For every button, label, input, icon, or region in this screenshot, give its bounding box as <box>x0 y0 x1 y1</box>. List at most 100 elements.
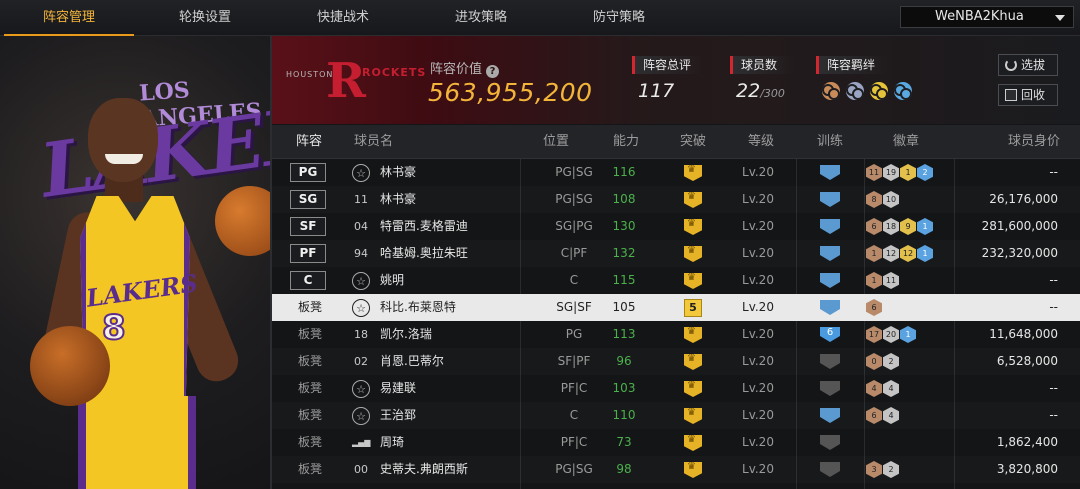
help-icon[interactable]: ? <box>486 65 500 78</box>
table-row[interactable]: SF04特雷西.麦格雷迪SG|PG130Lv.2061891281,600,00… <box>272 213 1080 240</box>
tab-lineup-management[interactable]: 阵容管理 <box>4 0 134 36</box>
table-row[interactable]: C☆姚明C115Lv.20111-- <box>272 267 1080 294</box>
player-name[interactable]: 科比.布莱恩特 <box>380 294 456 321</box>
slot-badge[interactable]: SG <box>290 190 326 209</box>
player-value: -- <box>1049 273 1058 287</box>
table-row[interactable]: SG11林书豪PG|SG108Lv.2081026,176,000 <box>272 186 1080 213</box>
star-icon: ☆ <box>352 164 370 182</box>
badge-icon: 20 <box>883 326 899 343</box>
player-name[interactable]: 史蒂夫.弗朗西斯 <box>380 456 468 483</box>
badge-list: 02 <box>866 353 899 370</box>
slot-badge[interactable]: SF <box>290 217 326 236</box>
player-ability: 113 <box>612 327 636 341</box>
player-value: 3,820,800 <box>996 462 1058 476</box>
slot-bench-label: 板凳 <box>298 462 323 476</box>
player-count-label: 球员数 <box>730 56 794 74</box>
training-shield-icon[interactable] <box>820 246 840 261</box>
jersey-number: 02 <box>354 355 368 368</box>
training-shield-icon[interactable] <box>820 381 840 396</box>
crown-icon[interactable] <box>684 381 702 397</box>
breakthrough-level[interactable]: 5 <box>684 299 702 317</box>
player-level: Lv.20 <box>742 435 774 449</box>
player-ability: 105 <box>612 300 636 314</box>
slot-badge[interactable]: PF <box>290 244 326 263</box>
crown-icon[interactable] <box>684 165 702 181</box>
crown-icon[interactable] <box>684 327 702 343</box>
col-badges[interactable]: 徽章 <box>893 125 919 159</box>
crown-icon[interactable] <box>684 273 702 289</box>
training-shield-icon[interactable] <box>820 462 840 477</box>
table-row[interactable]: 板凳☆王治郅C110Lv.2064-- <box>272 402 1080 429</box>
table-row[interactable]: 板凳☆易建联PF|C103Lv.2044-- <box>272 375 1080 402</box>
training-shield-icon[interactable] <box>820 219 840 234</box>
bond-blue-icon[interactable] <box>894 82 912 100</box>
table-row[interactable]: PG☆林书豪PG|SG116Lv.20111912-- <box>272 159 1080 186</box>
training-level[interactable]: 6 <box>820 327 840 342</box>
col-player-value[interactable]: 球员身价 <box>1008 125 1060 159</box>
table-row[interactable]: PF94哈基姆.奥拉朱旺C|PF132Lv.20112121232,320,00… <box>272 240 1080 267</box>
player-name[interactable]: 特雷西.麦格雷迪 <box>380 213 468 240</box>
badge-list: 44 <box>866 380 899 397</box>
col-slot[interactable]: 阵容 <box>296 125 322 159</box>
player-name[interactable]: 王治郅 <box>380 402 416 429</box>
lineup-rating-label: 阵容总评 <box>632 56 702 74</box>
slot-bench-label: 板凳 <box>298 354 323 368</box>
user-dropdown[interactable]: WeNBA2Khua <box>900 6 1074 28</box>
training-shield-icon[interactable] <box>820 354 840 369</box>
crown-icon[interactable] <box>684 354 702 370</box>
player-smile <box>105 154 143 164</box>
training-shield-icon[interactable] <box>820 165 840 180</box>
badge-icon: 10 <box>883 191 899 208</box>
player-name[interactable]: 哈基姆.奥拉朱旺 <box>380 240 468 267</box>
table-row[interactable]: 板凳 ☆ 科比.布莱恩特 SG|SF 105 5 Lv.20 6 -- <box>272 294 1080 321</box>
slot-bench-label: 板凳 <box>298 435 323 449</box>
table-row[interactable]: 板凳▂▄▆周琦PF|C73Lv.201,862,400 <box>272 429 1080 456</box>
col-player-name[interactable]: 球员名 <box>354 125 393 159</box>
crown-icon[interactable] <box>684 219 702 235</box>
pick-button[interactable]: 选拔 <box>998 54 1058 76</box>
player-name[interactable]: 凯尔.洛瑞 <box>380 321 432 348</box>
tab-rotation-settings[interactable]: 轮换设置 <box>140 0 270 36</box>
table-row[interactable]: 板凳00史蒂夫.弗朗西斯PG|SG98Lv.20323,820,800 <box>272 456 1080 483</box>
col-ability[interactable]: 能力 <box>613 125 639 159</box>
player-name[interactable]: 周琦 <box>380 429 404 456</box>
badge-icon: 0 <box>866 353 882 370</box>
col-level[interactable]: 等级 <box>748 125 774 159</box>
col-position[interactable]: 位置 <box>543 125 569 159</box>
bond-brown-icon[interactable] <box>822 82 840 100</box>
crown-icon[interactable] <box>684 246 702 262</box>
player-name[interactable]: 姚明 <box>380 267 404 294</box>
player-name[interactable]: 林书豪 <box>380 186 416 213</box>
crown-icon[interactable] <box>684 435 702 451</box>
training-shield-icon[interactable] <box>820 300 840 315</box>
bond-gold-icon[interactable] <box>870 82 888 100</box>
badge-icon: 12 <box>900 245 916 262</box>
table-row[interactable]: 板凳02肖恩.巴蒂尔SF|PF96Lv.20026,528,000 <box>272 348 1080 375</box>
training-shield-icon[interactable] <box>820 435 840 450</box>
training-shield-icon[interactable] <box>820 408 840 423</box>
player-value: -- <box>1049 165 1058 179</box>
training-shield-icon[interactable] <box>820 192 840 207</box>
slot-badge[interactable]: PG <box>290 163 326 182</box>
player-name[interactable]: 肖恩.巴蒂尔 <box>380 348 444 375</box>
crown-icon[interactable] <box>684 462 702 478</box>
crown-icon[interactable] <box>684 408 702 424</box>
player-head <box>88 98 158 182</box>
player-level: Lv.20 <box>742 354 774 368</box>
bond-silver-icon[interactable] <box>846 82 864 100</box>
tab-quick-tactics[interactable]: 快捷战术 <box>278 0 408 36</box>
table-row[interactable]: 板凳18凯尔.洛瑞PG113Lv.2061720111,648,000 <box>272 321 1080 348</box>
player-name[interactable]: 易建联 <box>380 375 416 402</box>
bond-icons <box>822 82 912 100</box>
recycle-icon <box>1005 89 1017 101</box>
crown-icon[interactable] <box>684 192 702 208</box>
tab-offense-strategy[interactable]: 进攻策略 <box>416 0 546 36</box>
col-training[interactable]: 训练 <box>817 125 843 159</box>
training-shield-icon[interactable] <box>820 273 840 288</box>
slot-badge[interactable]: C <box>290 271 326 290</box>
col-breakthrough[interactable]: 突破 <box>680 125 706 159</box>
player-name[interactable]: 林书豪 <box>380 159 416 186</box>
recycle-button[interactable]: 回收 <box>998 84 1058 106</box>
tab-defense-strategy[interactable]: 防守策略 <box>554 0 684 36</box>
logo-team: ROCKETS <box>362 66 427 79</box>
